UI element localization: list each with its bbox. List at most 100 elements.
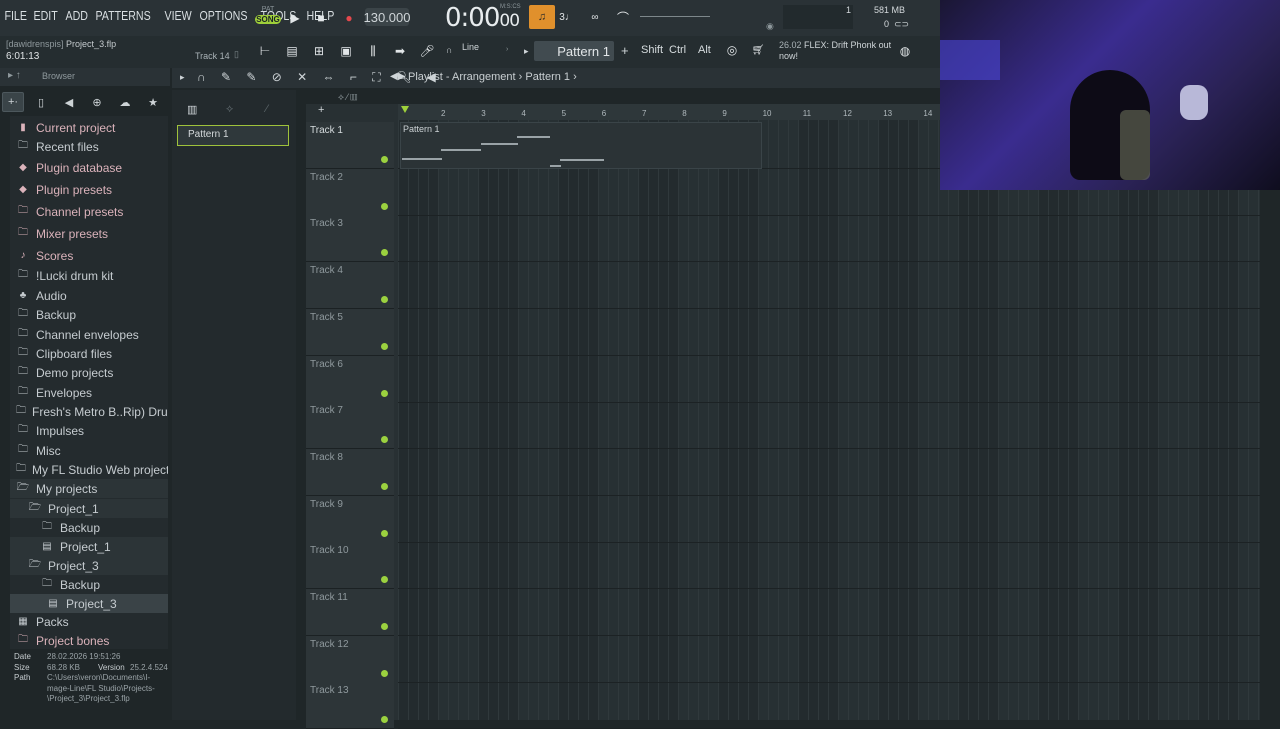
pattern-clip[interactable]: Pattern 1	[400, 122, 762, 169]
browser-item[interactable]: ♪ Scores	[10, 246, 168, 265]
track-lane[interactable]	[398, 402, 1260, 450]
track-header[interactable]: Track 8	[306, 448, 394, 496]
browser-item[interactable]: 🗀 Backup	[10, 518, 168, 537]
track-header[interactable]: Track 5	[306, 308, 394, 356]
bar-number[interactable]: 14	[923, 109, 932, 118]
track-header[interactable]: Track 10	[306, 542, 394, 590]
channel-rack-icon[interactable]: ▣	[336, 41, 356, 61]
track-lane[interactable]	[398, 496, 1260, 543]
browser-item[interactable]: ▤ Project_3	[10, 594, 168, 613]
browser-item[interactable]: 🗀 Backup	[10, 575, 168, 594]
browser-item[interactable]: 🗀 !Lucki drum kit	[10, 266, 168, 285]
browser-item[interactable]: 🗀 Channel presets	[10, 202, 168, 221]
export-icon[interactable]: ➡	[390, 41, 410, 61]
typing-keyboard-icon[interactable]: ◎	[722, 40, 742, 60]
bar-number[interactable]: 5	[562, 109, 566, 118]
browser-item[interactable]: 🗀 Clipboard files	[10, 344, 168, 363]
wait-input-icon[interactable]: 3♩	[557, 7, 577, 27]
add-pattern-icon[interactable]: +	[621, 43, 629, 58]
browser-item[interactable]: 🗀 Recent files	[10, 137, 168, 156]
browser-item[interactable]: ▦ Packs	[10, 612, 168, 631]
browser-item[interactable]: 🗀 Impulses	[10, 421, 168, 440]
playlist-icon[interactable]: ▤	[282, 41, 302, 61]
browser-item[interactable]: 🗁 My projects	[10, 479, 168, 498]
step-seq-icon[interactable]: ⊢	[255, 41, 275, 61]
bar-number[interactable]: 12	[843, 109, 852, 118]
loop-record-icon[interactable]: ∞	[585, 7, 605, 27]
browser-item[interactable]: ▤ Project_1	[10, 537, 168, 556]
track-lane[interactable]	[398, 215, 1260, 263]
bar-number[interactable]: 13	[883, 109, 892, 118]
track-header[interactable]: Track 1	[306, 122, 394, 169]
stop-icon[interactable]: ■	[311, 8, 331, 28]
pattern-prev-icon[interactable]: ▸	[524, 46, 529, 57]
track-lane[interactable]	[398, 356, 1260, 403]
piano-roll-icon[interactable]: ⊞	[309, 41, 329, 61]
track-header[interactable]: Track 3	[306, 215, 394, 263]
bar-number[interactable]: 8	[682, 109, 686, 118]
track-mute-led[interactable]	[381, 202, 388, 210]
playhead-marker[interactable]	[401, 106, 409, 113]
browser-star-icon[interactable]: ★	[142, 92, 164, 112]
track-mute-led[interactable]	[381, 249, 388, 257]
track-mute-led[interactable]	[381, 389, 388, 397]
browser-nav-icon[interactable]: ▸ ↑	[8, 70, 21, 81]
track-mute-led[interactable]	[381, 296, 388, 304]
track-header[interactable]: Track 13	[306, 682, 394, 729]
track-header[interactable]: Track 11	[306, 589, 394, 636]
track-header[interactable]: Track 6	[306, 355, 394, 403]
browser-item[interactable]: 🗀 Demo projects	[10, 363, 168, 382]
menu-patterns[interactable]: PATTERNS	[93, 8, 153, 23]
browser-item[interactable]: 🗀 Channel envelopes	[10, 325, 168, 344]
track-lane[interactable]	[398, 589, 1260, 636]
track-header[interactable]: Track 9	[306, 495, 394, 543]
browser-item[interactable]: 🗀 Fresh's Metro B..Rip) Drum Kit	[10, 402, 168, 421]
track-lane[interactable]	[398, 682, 1260, 729]
bar-number[interactable]: 10	[763, 109, 772, 118]
browser-files-icon[interactable]: ▯	[30, 92, 52, 112]
track-header[interactable]: Track 2	[306, 168, 394, 216]
track-header[interactable]: Track 12	[306, 635, 394, 683]
picker-automation-icon[interactable]: ⁄	[266, 103, 268, 115]
browser-item[interactable]: 🗀 My FL Studio Web projects	[10, 460, 168, 479]
bar-number[interactable]: 11	[803, 109, 811, 118]
master-volume-slider[interactable]	[640, 16, 710, 17]
menu-add[interactable]: ADD	[63, 8, 90, 23]
play-icon[interactable]: ▶	[285, 8, 305, 28]
mixer-icon[interactable]: ⫼	[363, 41, 383, 61]
browser-item[interactable]: ◆ Plugin database	[10, 158, 168, 177]
browser-item[interactable]: ♣ Audio	[10, 286, 168, 305]
picker-pattern-icon[interactable]: ▥	[187, 103, 197, 116]
add-track-icon[interactable]: +	[318, 104, 324, 116]
browser-item[interactable]: ▮ Current project	[10, 118, 168, 137]
browser-item[interactable]: 🗁 Project_3	[10, 556, 168, 575]
browser-item[interactable]: 🗀 Project bones	[10, 631, 168, 650]
picker-audio-icon[interactable]: ⟡	[226, 103, 233, 116]
browser-item[interactable]: 🗀 Misc	[10, 441, 168, 460]
pat-song-toggle[interactable]: PAT SONG	[255, 6, 281, 30]
track-mute-led[interactable]	[381, 576, 388, 584]
track-mode-icons[interactable]: ⟡ ⁄ ▥	[338, 92, 357, 103]
track-header[interactable]: Track 4	[306, 262, 394, 310]
breadcrumb-arrangement[interactable]: Playlist - Arrangement	[408, 71, 516, 83]
magnet-icon[interactable]: ∩	[446, 45, 452, 55]
track-lane[interactable]	[398, 636, 1260, 683]
track-header[interactable]: Track 7	[306, 402, 394, 450]
bar-number[interactable]: 4	[521, 109, 525, 118]
playlist-menu-icon[interactable]: ▸	[180, 72, 185, 83]
key-ctrl[interactable]: Ctrl	[669, 44, 686, 56]
microphone-icon[interactable]: 🎤︎	[417, 41, 437, 61]
track-mute-led[interactable]	[381, 342, 388, 350]
key-shift[interactable]: Shift	[641, 44, 663, 56]
track-lane[interactable]	[398, 262, 1260, 310]
browser-all-icon[interactable]: +·	[2, 92, 24, 112]
bar-number[interactable]: 7	[642, 109, 646, 118]
globe-icon[interactable]: ◍	[895, 41, 915, 61]
key-alt[interactable]: Alt	[698, 44, 711, 56]
track-mute-led[interactable]	[381, 623, 388, 630]
metronome-icon[interactable]: ♫	[529, 5, 555, 29]
browser-item[interactable]: 🗀 Backup	[10, 305, 168, 324]
bar-number[interactable]: 2	[441, 109, 445, 118]
track-mute-led[interactable]	[381, 156, 388, 163]
browser-speaker-icon[interactable]: ◀	[58, 92, 80, 112]
